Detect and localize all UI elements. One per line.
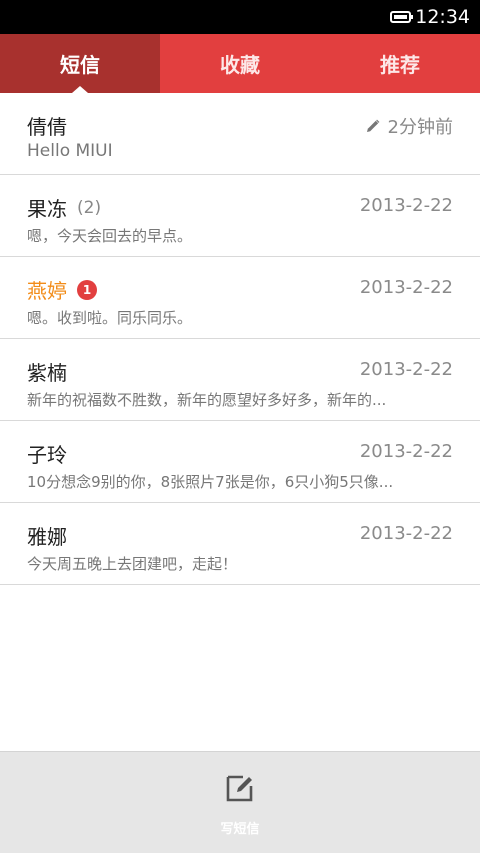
message-list: 倩倩 2分钟前 Hello MIUI 果冻 (2) 2013-2-22 嗯，今天… <box>0 93 480 585</box>
tab-label: 短信 <box>60 53 100 77</box>
list-item[interactable]: 燕婷 1 2013-2-22 嗯。收到啦。同乐同乐。 <box>0 257 480 339</box>
compose-button[interactable]: 写短信 <box>220 768 260 837</box>
tab-messages[interactable]: 短信 <box>0 34 160 93</box>
compose-icon <box>226 775 253 802</box>
compose-label: 写短信 <box>220 822 260 837</box>
contact-name: 紫楠 <box>27 361 67 385</box>
contact-name: 燕婷 <box>27 279 67 303</box>
bottom-action-bar: 写短信 <box>0 751 480 853</box>
list-item[interactable]: 雅娜 2013-2-22 今天周五晚上去团建吧，走起！ <box>0 503 480 585</box>
list-item[interactable]: 紫楠 2013-2-22 新年的祝福数不胜数，新年的愿望好多好多，新年的... <box>0 339 480 421</box>
contact-name: 雅娜 <box>27 525 67 549</box>
pencil-icon <box>366 119 379 132</box>
list-item[interactable]: 果冻 (2) 2013-2-22 嗯，今天会回去的早点。 <box>0 175 480 257</box>
message-preview: 新年的祝福数不胜数，新年的愿望好多好多，新年的... <box>27 391 387 409</box>
message-preview: 今天周五晚上去团建吧，走起！ <box>27 555 238 573</box>
tab-label: 推荐 <box>380 53 420 77</box>
list-item[interactable]: 子玲 2013-2-22 10分想念9别的你，8张照片7张是你，6只小狗5只像.… <box>0 421 480 503</box>
battery-icon <box>390 11 414 23</box>
message-date: 2013-2-22 <box>359 195 453 216</box>
message-date: 2013-2-22 <box>359 441 453 462</box>
tab-label: 收藏 <box>220 53 260 77</box>
contact-name: 子玲 <box>27 443 67 467</box>
tab-recommended[interactable]: 推荐 <box>320 34 480 93</box>
message-time: 2分钟前 <box>387 117 453 138</box>
status-time: 12:34 <box>415 6 470 28</box>
message-date: 2013-2-22 <box>359 359 453 380</box>
list-item[interactable]: 倩倩 2分钟前 Hello MIUI <box>0 93 480 175</box>
message-count: (2) <box>77 197 102 218</box>
message-date: 2013-2-22 <box>359 523 453 544</box>
message-preview: Hello MIUI <box>27 141 113 161</box>
message-preview: 嗯，今天会回去的早点。 <box>27 227 193 245</box>
unread-badge: 1 <box>77 279 97 300</box>
tab-bar: 短信 收藏 推荐 <box>0 34 480 93</box>
contact-name: 倩倩 <box>27 115 67 139</box>
message-preview: 10分想念9别的你，8张照片7张是你，6只小狗5只像... <box>27 473 394 491</box>
message-date: 2013-2-22 <box>359 277 453 298</box>
tab-favorites[interactable]: 收藏 <box>160 34 320 93</box>
message-preview: 嗯。收到啦。同乐同乐。 <box>27 309 193 327</box>
contact-name: 果冻 <box>27 197 67 221</box>
status-bar: 12:34 <box>0 0 480 34</box>
